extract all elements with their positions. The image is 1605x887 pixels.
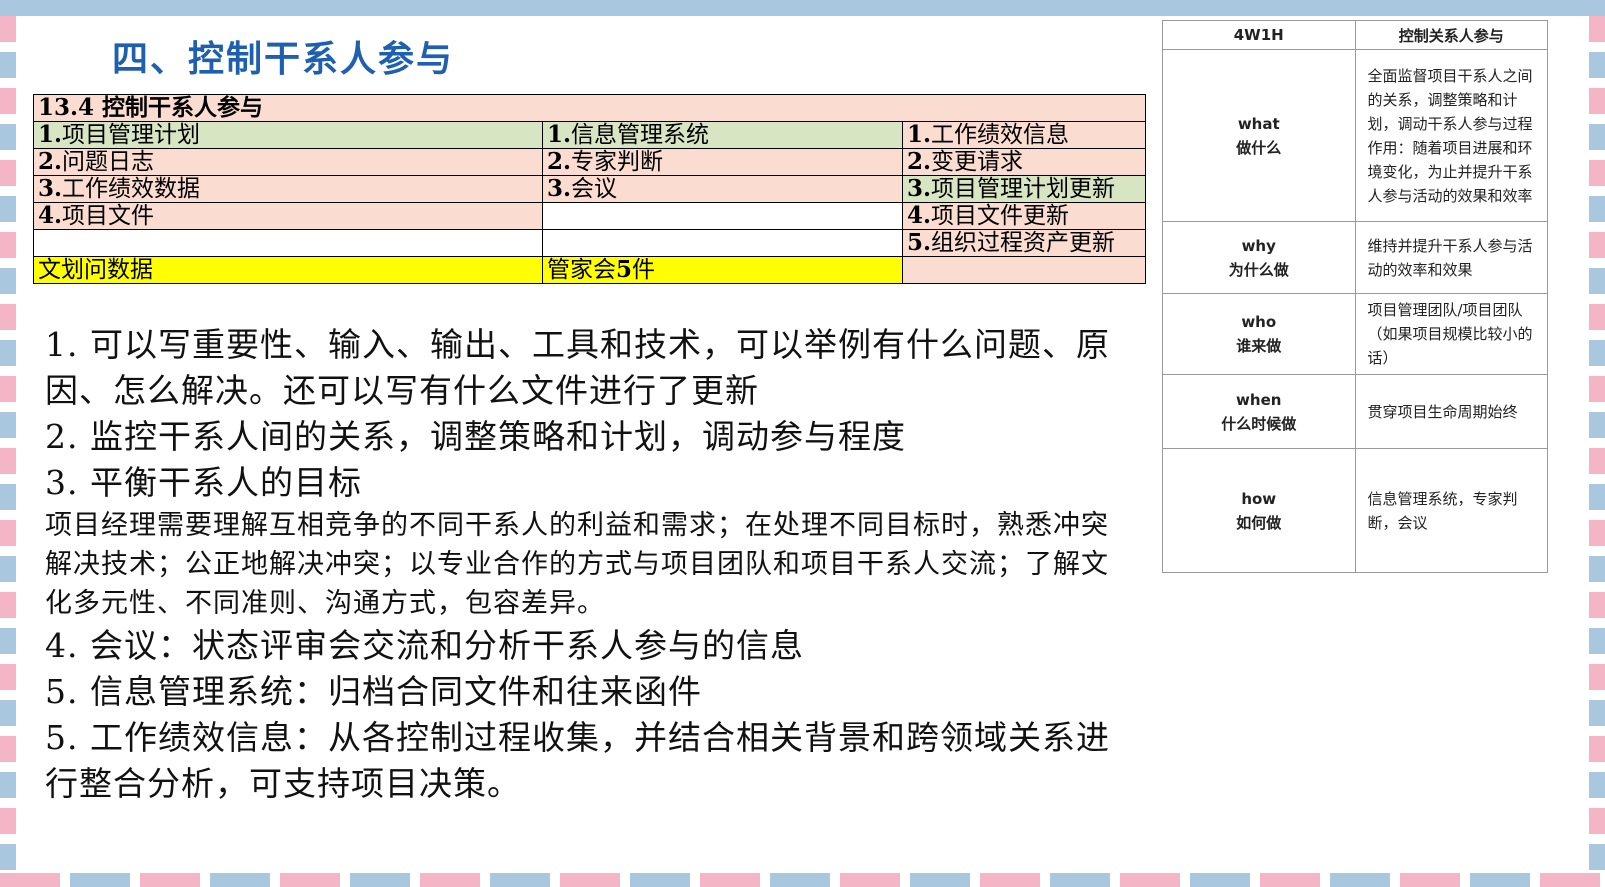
key-en: what xyxy=(1237,114,1280,133)
itto-table: 13.4 控制干系人参与 1.项目管理计划 1.信息管理系统 1.工作绩效信息 … xyxy=(32,94,1147,284)
item-text: 专家判断 xyxy=(571,149,664,175)
mnemonic-text: 管家会 xyxy=(547,257,616,283)
item-number: 5. xyxy=(907,229,932,256)
item-number: 3. xyxy=(547,175,572,202)
input-cell xyxy=(33,229,543,257)
item-text: 项目管理计划更新 xyxy=(931,176,1116,202)
input-cell: 2.问题日志 xyxy=(33,148,543,176)
4w1h-value: 信息管理系统，专家判断，会议 xyxy=(1354,448,1548,573)
4w1h-key: what 做什么 xyxy=(1162,49,1356,222)
output-cell: 3.项目管理计划更新 xyxy=(901,175,1147,203)
border-top xyxy=(0,0,1605,16)
output-cell: 1.工作绩效信息 xyxy=(901,121,1147,149)
border-bottom xyxy=(0,873,1605,887)
tool-cell xyxy=(542,202,903,230)
itto-header: 13.4 控制干系人参与 xyxy=(32,94,1147,122)
itto-row: 3.工作绩效数据 3.会议 3.项目管理计划更新 xyxy=(33,175,1147,203)
item-number: 1. xyxy=(907,121,932,148)
item-text: 组织过程资产更新 xyxy=(931,230,1116,256)
item-number: 3. xyxy=(907,175,932,202)
notes: 1. 可以写重要性、输入、输出、工具和技术，可以举例有什么问题、原因、怎么解决。… xyxy=(45,322,1135,807)
note-paragraph: 4. 会议：状态评审会交流和分析干系人参与的信息 xyxy=(45,626,804,665)
output-cell: 5.组织过程资产更新 xyxy=(901,229,1147,257)
tool-cell: 2.专家判断 xyxy=(542,148,903,176)
input-cell: 1.项目管理计划 xyxy=(33,121,543,149)
tool-cell: 1.信息管理系统 xyxy=(542,121,903,149)
tool-mnemonic: 管家会5件 xyxy=(542,256,903,284)
tool-cell: 3.会议 xyxy=(542,175,903,203)
item-text: 问题日志 xyxy=(62,149,155,175)
itto-row: 1.项目管理计划 1.信息管理系统 1.工作绩效信息 xyxy=(33,121,1147,149)
4w1h-value: 维持并提升干系人参与活动的效率和效果 xyxy=(1354,221,1548,294)
4w1h-row-who: who 谁来做 项目管理团队/项目团队（如果项目规模比较小的话） xyxy=(1162,293,1548,375)
itto-row: 4.项目文件 4.项目文件更新 xyxy=(33,202,1147,230)
item-number: 2. xyxy=(907,148,932,175)
4w1h-key: who 谁来做 xyxy=(1162,293,1356,375)
4w1h-table: 4W1H 控制关系人参与 what 做什么 全面监督项目干系人之间的关系，调整策略… xyxy=(1162,20,1548,573)
item-number: 2. xyxy=(547,148,572,175)
note-paragraph: 5. 信息管理系统：归档合同文件和往来函件 xyxy=(45,672,702,711)
note-paragraph: 1. 可以写重要性、输入、输出、工具和技术，可以举例有什么问题、原因、怎么解决。… xyxy=(45,325,1110,410)
4w1h-row-why: why 为什么做 维持并提升干系人参与活动的效率和效果 xyxy=(1162,221,1548,294)
4w1h-key: why 为什么做 xyxy=(1162,221,1356,294)
key-en: who xyxy=(1241,313,1277,331)
item-number: 1. xyxy=(38,121,63,148)
output-cell: 4.项目文件更新 xyxy=(901,202,1147,230)
itto-header-row: 13.4 控制干系人参与 xyxy=(32,94,1147,122)
mnemonic-text: 件 xyxy=(632,257,656,283)
key-cn: 谁来做 xyxy=(1236,337,1282,355)
border-right xyxy=(1589,16,1605,873)
item-text: 会议 xyxy=(571,176,618,202)
page-title: 四、控制干系人参与 xyxy=(112,39,455,80)
4w1h-value: 项目管理团队/项目团队（如果项目规模比较小的话） xyxy=(1354,293,1548,375)
tool-cell xyxy=(542,229,903,257)
itto-row: 5.组织过程资产更新 xyxy=(33,229,1147,257)
item-number: 3. xyxy=(38,175,63,202)
key-en: why xyxy=(1241,236,1276,255)
4w1h-row-what: what 做什么 全面监督项目干系人之间的关系，调整策略和计划，调动干系人参与过程… xyxy=(1162,49,1548,222)
4w1h-header-row: 4W1H 控制关系人参与 xyxy=(1162,20,1548,50)
output-mnemonic xyxy=(901,256,1147,284)
item-number: 1. xyxy=(547,121,572,148)
key-cn: 做什么 xyxy=(1236,138,1282,157)
item-number: 2. xyxy=(38,148,63,175)
key-en: how xyxy=(1241,489,1277,508)
4w1h-row-when: when 什么时候做 贯穿项目生命周期始终 xyxy=(1162,374,1548,449)
item-text: 信息管理系统 xyxy=(571,122,710,148)
item-text: 项目管理计划 xyxy=(62,122,201,148)
4w1h-value: 全面监督项目干系人之间的关系，调整策略和计划，调动干系人参与过程作用：随着项目进… xyxy=(1354,49,1548,222)
input-cell: 4.项目文件 xyxy=(33,202,543,230)
item-text: 工作绩效信息 xyxy=(931,122,1070,148)
mnemonic-row: 文划问数据 管家会5件 xyxy=(33,256,1147,284)
note-paragraph: 2. 监控干系人间的关系，调整策略和计划，调动参与程度 xyxy=(45,417,906,456)
output-cell: 2.变更请求 xyxy=(901,148,1147,176)
4w1h-key: when 什么时候做 xyxy=(1162,374,1356,449)
4w1h-key: how 如何做 xyxy=(1162,448,1356,573)
item-number: 4. xyxy=(907,202,932,229)
4w1h-header-key: 4W1H xyxy=(1162,20,1356,50)
item-text: 项目文件更新 xyxy=(931,203,1070,229)
item-text: 变更请求 xyxy=(931,149,1024,175)
key-cn: 为什么做 xyxy=(1228,260,1289,279)
key-en: when xyxy=(1236,390,1282,409)
input-mnemonic: 文划问数据 xyxy=(33,256,543,284)
item-number: 4. xyxy=(38,202,63,229)
4w1h-row-how: how 如何做 信息管理系统，专家判断，会议 xyxy=(1162,448,1548,573)
mnemonic-number: 5 xyxy=(616,256,633,283)
item-text: 工作绩效数据 xyxy=(62,176,201,202)
item-text: 项目文件 xyxy=(62,203,155,229)
note-detail: 项目经理需要理解互相竞争的不同干系人的利益和需求；在处理不同目标时，熟悉冲突解决… xyxy=(45,510,1109,619)
4w1h-header-value: 控制关系人参与 xyxy=(1354,20,1548,50)
input-cell: 3.工作绩效数据 xyxy=(33,175,543,203)
note-paragraph: 5. 工作绩效信息：从各控制过程收集，并结合相关背景和跨领域关系进行整合分析，可… xyxy=(45,718,1110,803)
key-cn: 如何做 xyxy=(1236,513,1282,532)
note-paragraph: 3. 平衡干系人的目标 xyxy=(45,463,362,502)
itto-row: 2.问题日志 2.专家判断 2.变更请求 xyxy=(33,148,1147,176)
key-cn: 什么时候做 xyxy=(1221,414,1297,433)
border-left xyxy=(0,16,16,873)
4w1h-value: 贯穿项目生命周期始终 xyxy=(1354,374,1548,449)
